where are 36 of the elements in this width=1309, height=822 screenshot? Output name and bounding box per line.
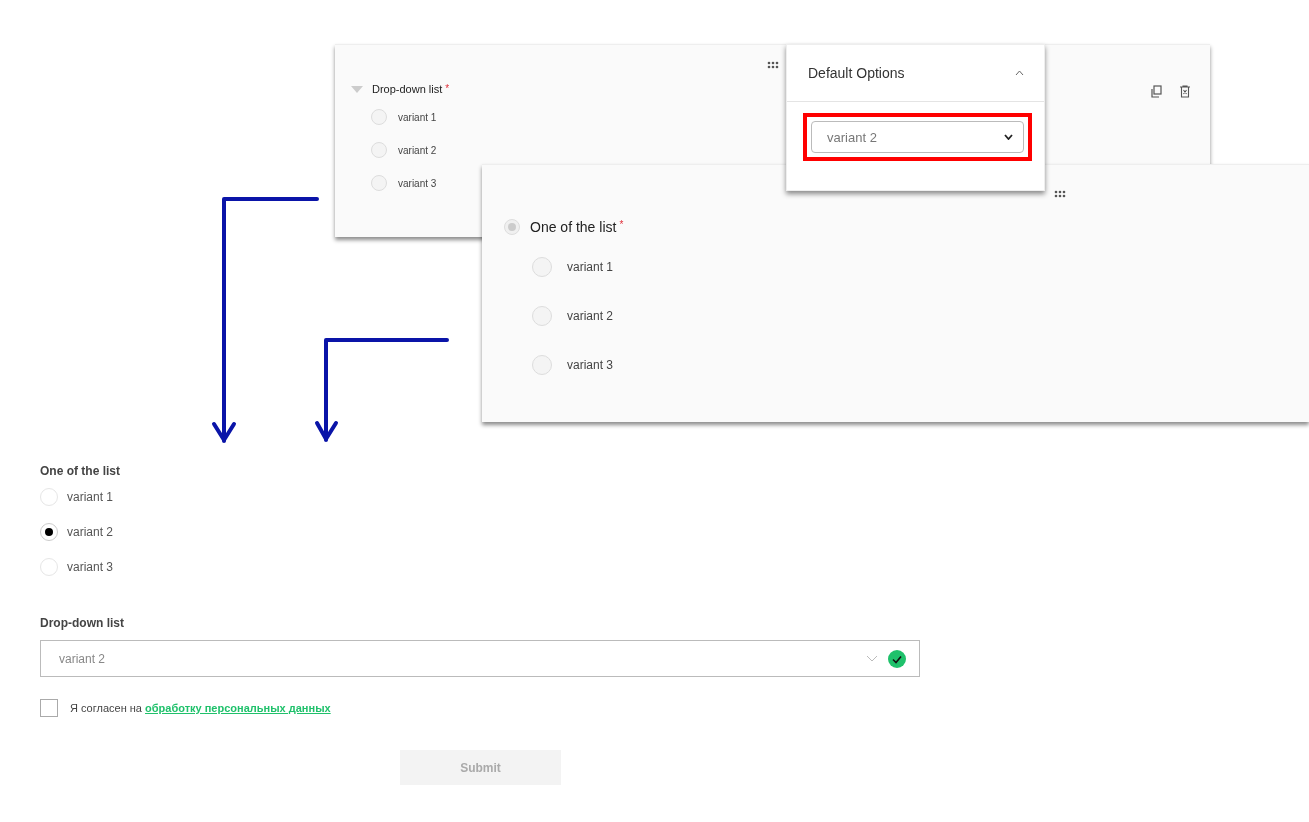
field-title: Drop-down list: [372, 83, 443, 95]
option-label: variant 2: [567, 309, 614, 323]
radio-type-icon: [504, 219, 520, 235]
option-label: variant 1: [67, 490, 114, 504]
field-label: One of the list: [40, 464, 121, 478]
triangle-icon: [351, 85, 363, 93]
radio-button[interactable]: [371, 175, 387, 191]
chevron-down-icon: [1004, 134, 1013, 140]
trash-icon[interactable]: [1180, 85, 1190, 98]
field-label: Drop-down list: [40, 616, 125, 630]
consent-text: Я согласен на обработку персональных данных: [70, 702, 331, 714]
radio-button[interactable]: [371, 109, 387, 125]
option-label: variant 3: [567, 358, 614, 372]
option-label: variant 3: [67, 560, 114, 574]
option-label: variant 2: [398, 144, 437, 156]
option-label: variant 2: [67, 525, 114, 539]
option-label: variant 1: [567, 260, 614, 274]
required-mark: *: [445, 83, 450, 94]
consent-link[interactable]: обработку персональных данных: [145, 702, 331, 714]
panel-title: Default Options: [808, 65, 905, 81]
radio-button[interactable]: [532, 257, 552, 277]
copy-icon[interactable]: [1151, 85, 1162, 98]
radio-button[interactable]: [532, 306, 552, 326]
option-label: variant 3: [398, 177, 437, 189]
radio-button[interactable]: [532, 355, 552, 375]
required-mark: *: [619, 219, 624, 230]
drag-handle-icon[interactable]: [767, 61, 779, 69]
select-field[interactable]: variant 2: [811, 121, 1024, 153]
radio-button[interactable]: [371, 142, 387, 158]
checkbox[interactable]: [40, 699, 58, 717]
field-title: One of the list: [530, 219, 617, 235]
option-label: variant 1: [398, 111, 437, 123]
select-field[interactable]: variant 2: [40, 640, 920, 677]
chevron-down-icon: [866, 655, 878, 662]
chevron-up-icon[interactable]: [1015, 70, 1024, 76]
drag-handle-icon[interactable]: [1054, 190, 1066, 198]
